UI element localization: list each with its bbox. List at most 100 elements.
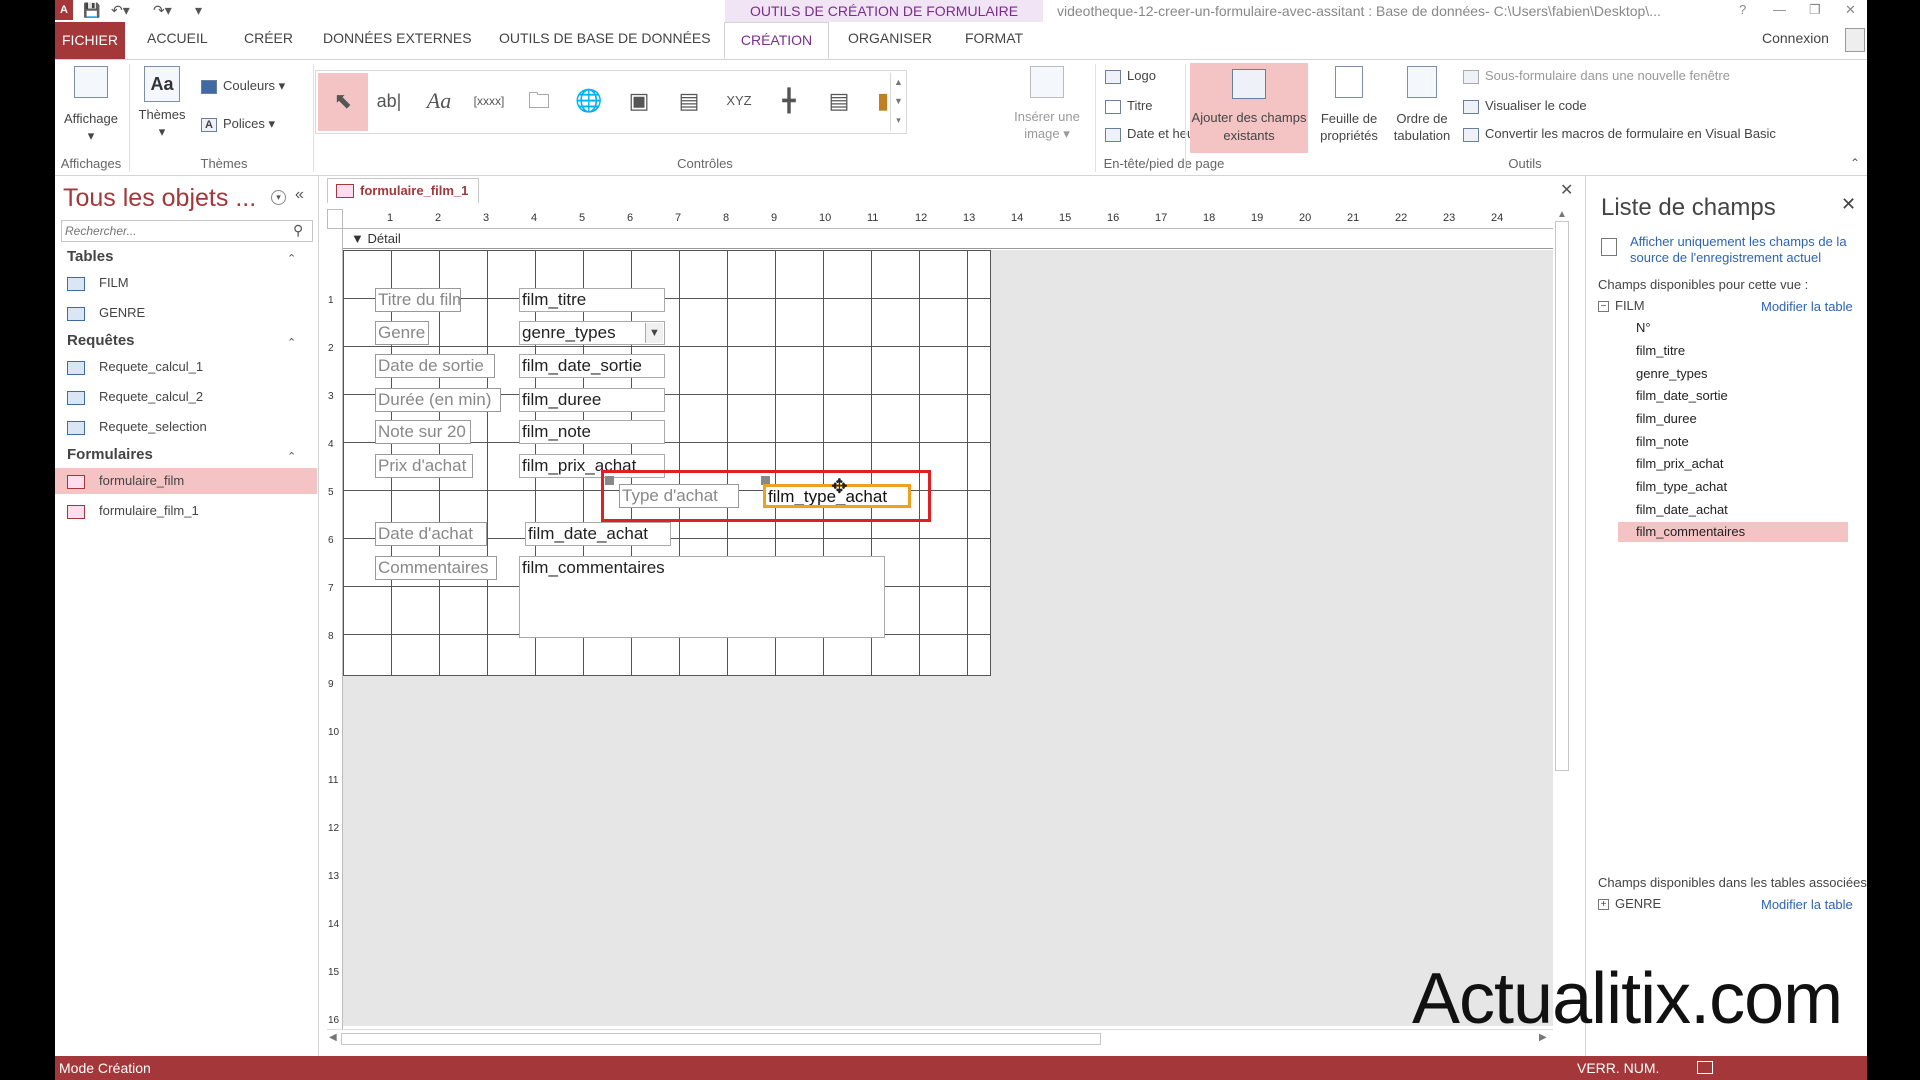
scroll-up-icon[interactable]: ▲ [1557,209,1567,220]
hyperlink-control-icon[interactable]: 🌐 [570,81,608,121]
themes-button[interactable]: Aa Thèmes ▾ [135,66,189,140]
detail-section-header[interactable]: ▼ Détail [343,229,1553,249]
tab-creation[interactable]: CRÉATION [724,22,829,59]
nav-pane-title[interactable]: Tous les objets ... [63,184,256,213]
label-commentaires[interactable]: Commentaires [375,556,497,580]
horizontal-scrollbar[interactable]: ◀ ▶ [327,1029,1553,1047]
collapse-ribbon-icon[interactable]: ⌃ [1850,156,1860,170]
tab-organiser[interactable]: ORGANISER [848,30,932,46]
restore-button[interactable]: ❐ [1809,2,1821,18]
visualiser-code-button[interactable]: Visualiser le code [1463,98,1587,114]
vertical-scrollbar[interactable]: ▲ [1553,209,1571,1029]
combo-box-icon[interactable]: ▤ [820,81,858,121]
modify-table-link[interactable]: Modifier la table [1761,299,1853,314]
label-date-de-sortie[interactable]: Date de sortie [375,354,495,378]
ajouter-champs-button[interactable]: Ajouter des champs existants [1190,63,1308,153]
tab-creer[interactable]: CRÉER [244,30,293,46]
field-list-item[interactable]: film_type_achat [1618,477,1848,497]
collapse-requetes-icon[interactable]: ⌃ [287,336,296,349]
customize-qat-icon[interactable]: ▾ [195,2,202,20]
field-list-item[interactable]: film_titre [1618,341,1848,361]
nav-item-requete-calcul-2[interactable]: Requete_calcul_2 [67,384,313,410]
couleurs-button[interactable]: Couleurs ▾ [201,78,285,94]
field-film-duree[interactable]: film_duree [519,388,665,412]
ordre-tabulation-button[interactable]: Ordre de tabulation [1387,66,1457,144]
nav-category-formulaires[interactable]: Formulaires [67,446,153,463]
collapse-tables-icon[interactable]: ⌃ [287,252,296,265]
close-button[interactable]: ✕ [1845,2,1856,18]
label-genre[interactable]: Genre [375,321,429,345]
search-icon[interactable]: ⚲ [293,222,303,239]
tab-fichier[interactable]: FICHIER [55,22,125,59]
connexion-link[interactable]: Connexion [1762,30,1829,46]
option-group-icon[interactable]: XYZ [720,81,758,121]
nav-item-film[interactable]: FILM [67,270,313,296]
label-prix-dachat[interactable]: Prix d'achat [375,454,473,478]
tab-format[interactable]: FORMAT [965,30,1023,46]
collapse-nav-icon[interactable]: « [295,186,304,204]
modify-related-table-link[interactable]: Modifier la table [1761,897,1853,912]
user-avatar[interactable] [1845,28,1865,52]
design-view-icon[interactable] [1697,1061,1713,1074]
textbox-control-icon[interactable]: ab| [370,81,408,121]
label-type-dachat[interactable]: Type d'achat [619,484,739,508]
sous-formulaire-button[interactable]: Sous-formulaire dans une nouvelle fenêtr… [1463,68,1730,84]
save-icon[interactable]: 💾 [83,2,100,20]
nav-item-formulaire-film-1[interactable]: formulaire_film_1 [67,498,313,524]
combo-genre-types[interactable]: genre_types ▼ [519,321,665,345]
label-date-dachat[interactable]: Date d'achat [375,522,487,546]
field-list-table-genre[interactable]: + GENRE [1598,896,1661,911]
scroll-thumb[interactable] [341,1033,1101,1045]
label-note-sur-20[interactable]: Note sur 20 [375,420,471,444]
button-control-icon[interactable]: [xxxx] [470,81,508,121]
collapse-formulaires-icon[interactable]: ⌃ [287,450,296,463]
gallery-scroll[interactable]: ▲ ▼ ▾ [890,73,906,131]
nav-dropdown-icon[interactable]: ▾ [271,190,286,205]
affichage-button[interactable]: Affichage ▾ [59,66,123,144]
field-list-item-selected[interactable]: film_commentaires [1618,522,1848,542]
navigation-control-icon[interactable]: ▤ [670,81,708,121]
titre-button[interactable]: Titre [1105,98,1153,114]
polices-button[interactable]: A Polices ▾ [201,116,275,132]
nav-category-tables[interactable]: Tables [67,248,113,265]
convertir-macros-button[interactable]: Convertir les macros de formulaire en Vi… [1463,126,1776,142]
field-list-item[interactable]: film_date_achat [1618,500,1848,520]
tab-accueil[interactable]: ACCUEIL [147,30,208,46]
scroll-thumb[interactable] [1555,221,1569,771]
select-arrow-icon[interactable]: ⬉ [318,73,368,131]
field-film-date-achat[interactable]: film_date_achat [525,522,671,546]
close-document-icon[interactable]: ✕ [1560,180,1573,200]
web-browser-control-icon[interactable]: ▣ [620,81,658,121]
feuille-proprietes-button[interactable]: Feuille de propriétés [1311,66,1387,144]
scroll-left-icon[interactable]: ◀ [329,1032,337,1043]
undo-icon[interactable]: ↶▾ [111,2,130,20]
nav-item-requete-calcul-1[interactable]: Requete_calcul_1 [67,354,313,380]
field-list-item[interactable]: film_date_sortie [1618,386,1848,406]
close-icon[interactable]: ✕ [1841,194,1856,215]
field-list-item[interactable]: film_prix_achat [1618,454,1848,474]
document-tab[interactable]: formulaire_film_1 [327,178,479,204]
redo-icon[interactable]: ↷▾ [153,2,172,20]
field-list-table-film[interactable]: − FILM [1598,298,1645,313]
label-duree[interactable]: Durée (en min) [375,388,501,412]
chevron-down-icon[interactable]: ▼ [645,323,663,343]
field-list-item[interactable]: film_note [1618,432,1848,452]
nav-item-requete-selection[interactable]: Requete_selection [67,414,313,440]
tab-control-icon[interactable]: 🗀 [520,81,558,121]
show-only-current-fields-link[interactable]: Afficher uniquement les champs de la sou… [1630,234,1850,266]
logo-button[interactable]: Logo [1105,68,1156,84]
collapse-icon[interactable]: − [1598,301,1609,313]
field-film-commentaires[interactable]: film_commentaires [519,556,885,638]
field-film-titre[interactable]: film_titre [519,288,665,312]
form-selector[interactable] [327,209,343,229]
field-list-item[interactable]: film_duree [1618,409,1848,429]
field-film-note[interactable]: film_note [519,420,665,444]
inserer-image-button[interactable]: Insérer une image ▾ [1007,66,1087,142]
nav-item-formulaire-film[interactable]: formulaire_film [55,468,317,494]
move-handle[interactable] [605,476,614,485]
tab-outils-bdd[interactable]: OUTILS DE BASE DE DONNÉES [499,30,711,46]
label-titre-du-film[interactable]: Titre du film [375,288,461,312]
expand-icon[interactable]: + [1598,899,1609,911]
tab-donnees-externes[interactable]: DONNÉES EXTERNES [323,30,472,46]
field-list-item[interactable]: genre_types [1618,364,1848,384]
